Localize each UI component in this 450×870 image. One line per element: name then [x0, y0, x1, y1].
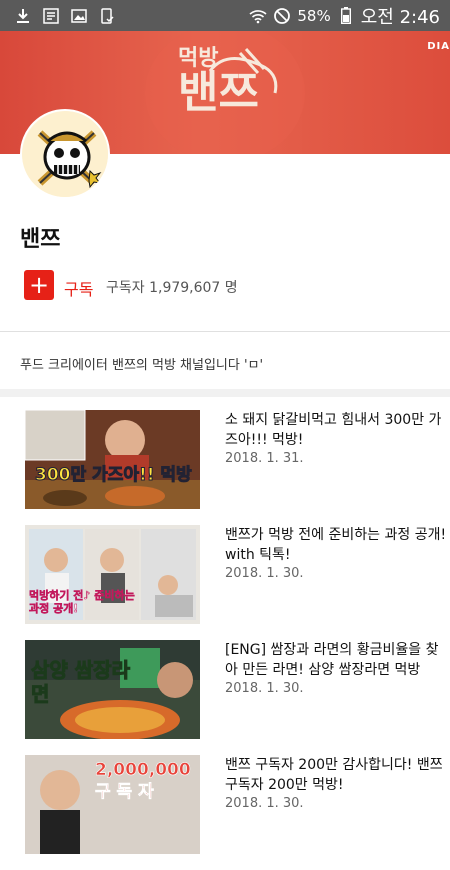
banner-corner-logo: DIA: [427, 41, 450, 52]
banner-logo: 먹방 밴쯔: [178, 47, 259, 115]
subscribe-button[interactable]: +: [24, 270, 54, 300]
thumbnail-caption: 300만 가즈아!! 먹방: [35, 465, 193, 486]
video-item[interactable]: 2,000,000 구 독 자 밴쯔 구독자 200만 감사합니다! 밴쯔 구독…: [0, 755, 450, 870]
video-date: 2018. 1. 31.: [225, 451, 304, 466]
battery-icon: [337, 7, 355, 25]
avatar-skull-icon: [22, 111, 108, 197]
video-title[interactable]: 밴쯔 구독자 200만 감사합니다! 밴쯔 구독자 200만 먹방!: [225, 755, 447, 795]
banner-logo-line1: 먹방: [178, 45, 219, 71]
video-title[interactable]: 밴쯔가 먹방 전에 준비하는 과정 공개! with 틱톡!: [225, 525, 447, 565]
download-icon: [14, 7, 32, 25]
subscriber-count: 구독자 1,979,607 명: [106, 280, 238, 296]
channel-avatar[interactable]: [20, 109, 110, 199]
section-separator: [0, 389, 450, 397]
banner-logo-line2: 밴쯔: [178, 67, 259, 118]
video-date: 2018. 1. 30.: [225, 566, 304, 581]
phone-check-icon: [98, 7, 116, 25]
news-icon: [42, 7, 60, 25]
wifi-icon: [249, 7, 267, 25]
video-item[interactable]: 삼양 쌈장라면 [ENG] 쌈장과 라면의 황금비율을 찾아 만든 라면! 삼양…: [0, 640, 450, 755]
battery-percent: 58%: [297, 6, 331, 25]
video-thumbnail[interactable]: 2,000,000 구 독 자: [25, 755, 200, 854]
video-thumbnail[interactable]: 300만 가즈아!! 먹방: [25, 410, 200, 509]
thumbnail-caption: 먹방하기 전♪ 준비하는 과정 공개!: [29, 589, 135, 616]
image-icon: [70, 7, 88, 25]
channel-name: 밴쯔: [20, 227, 61, 252]
video-item[interactable]: 300만 가즈아!! 먹방 소 돼지 닭갈비먹고 힘내서 300만 가즈아!!!…: [0, 410, 450, 525]
video-thumbnail[interactable]: 삼양 쌈장라면: [25, 640, 200, 739]
clock: 오전 2:46: [360, 6, 440, 28]
do-not-disturb-icon: [273, 7, 291, 25]
thumbnail-caption: 2,000,000 구 독 자: [95, 760, 191, 803]
channel-description: 푸드 크리에이터 밴쯔의 먹방 채널입니다 'ㅁ': [20, 358, 264, 373]
status-bar: 58% 오전 2:46: [0, 0, 450, 31]
video-item[interactable]: 먹방하기 전♪ 준비하는 과정 공개! 밴쯔가 먹방 전에 준비하는 과정 공개…: [0, 525, 450, 640]
thumbnail-caption: 삼양 쌈장라면: [31, 658, 131, 707]
video-date: 2018. 1. 30.: [225, 681, 304, 696]
plus-icon: +: [28, 271, 50, 299]
video-date: 2018. 1. 30.: [225, 796, 304, 811]
video-thumbnail[interactable]: 먹방하기 전♪ 준비하는 과정 공개!: [25, 525, 200, 624]
divider: [0, 331, 450, 332]
video-title[interactable]: [ENG] 쌈장과 라면의 황금비율을 찾아 만든 라면! 삼양 쌈장라면 먹방: [225, 640, 447, 680]
subscribe-label[interactable]: 구독: [64, 276, 93, 300]
video-title[interactable]: 소 돼지 닭갈비먹고 힘내서 300만 가즈아!!! 먹방!: [225, 410, 447, 450]
